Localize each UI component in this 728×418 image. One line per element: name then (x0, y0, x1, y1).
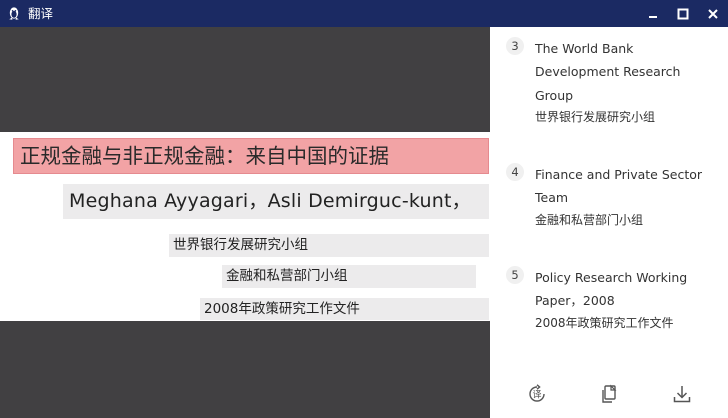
translated-text: 2008年政策研究工作文件 (535, 316, 674, 330)
penguin-logo-icon (6, 6, 22, 22)
document-page: 正规金融与非正规金融：来自中国的证据 Meghana Ayyagari，Asli… (0, 132, 490, 321)
source-line: Finance and Private Sector (535, 167, 703, 182)
source-line: Paper，2008 (535, 293, 615, 309)
minimize-button[interactable] (638, 0, 668, 27)
source-line: Group (535, 87, 574, 103)
source-text: Finance and Private Sector Team (535, 163, 725, 210)
highlight-organization[interactable]: 世界银行发展研究小组 (169, 234, 489, 257)
translate-icon: 译 (529, 384, 545, 402)
item-number: 3 (506, 37, 524, 55)
source-line: Development Research (535, 64, 681, 80)
highlight-title[interactable]: 正规金融与非正规金融：来自中国的证据 (13, 138, 489, 174)
source-line: Policy Research Working (535, 270, 688, 285)
download-button[interactable] (670, 382, 694, 406)
translation-panel: 3 The World Bank Development Research Gr… (490, 27, 728, 418)
close-icon (708, 8, 718, 19)
translated-text: 金融和私营部门小组 (535, 213, 644, 227)
title-bar: 翻译 (0, 0, 728, 27)
window-title: 翻译 (28, 6, 54, 21)
svg-text:译: 译 (532, 389, 541, 400)
minimize-icon (649, 15, 657, 18)
source-text: Policy Research Working Paper，2008 (535, 266, 725, 313)
highlight-department[interactable]: 金融和私营部门小组 (222, 265, 476, 288)
source-line: The World Bank (535, 41, 634, 56)
close-button[interactable] (698, 0, 728, 27)
document-preview[interactable]: 正规金融与非正规金融：来自中国的证据 Meghana Ayyagari，Asli… (0, 27, 490, 418)
item-number: 5 (506, 266, 524, 284)
copy-button[interactable] (598, 382, 622, 406)
highlight-paper-type[interactable]: 2008年政策研究工作文件 (200, 298, 489, 320)
window-controls (638, 0, 728, 27)
download-icon (673, 386, 691, 403)
highlight-authors[interactable]: Meghana Ayyagari，Asli Demirguc-kunt， (63, 184, 489, 219)
source-line: Team (535, 190, 569, 206)
source-text: The World Bank Development Research Grou… (535, 37, 725, 107)
copy-icon (602, 384, 617, 403)
bottom-toolbar: 译 (490, 382, 728, 412)
maximize-button[interactable] (668, 0, 698, 27)
translated-text: 世界银行发展研究小组 (535, 110, 656, 124)
item-number: 4 (506, 163, 524, 181)
maximize-icon (677, 8, 689, 19)
translate-button[interactable]: 译 (525, 382, 549, 406)
